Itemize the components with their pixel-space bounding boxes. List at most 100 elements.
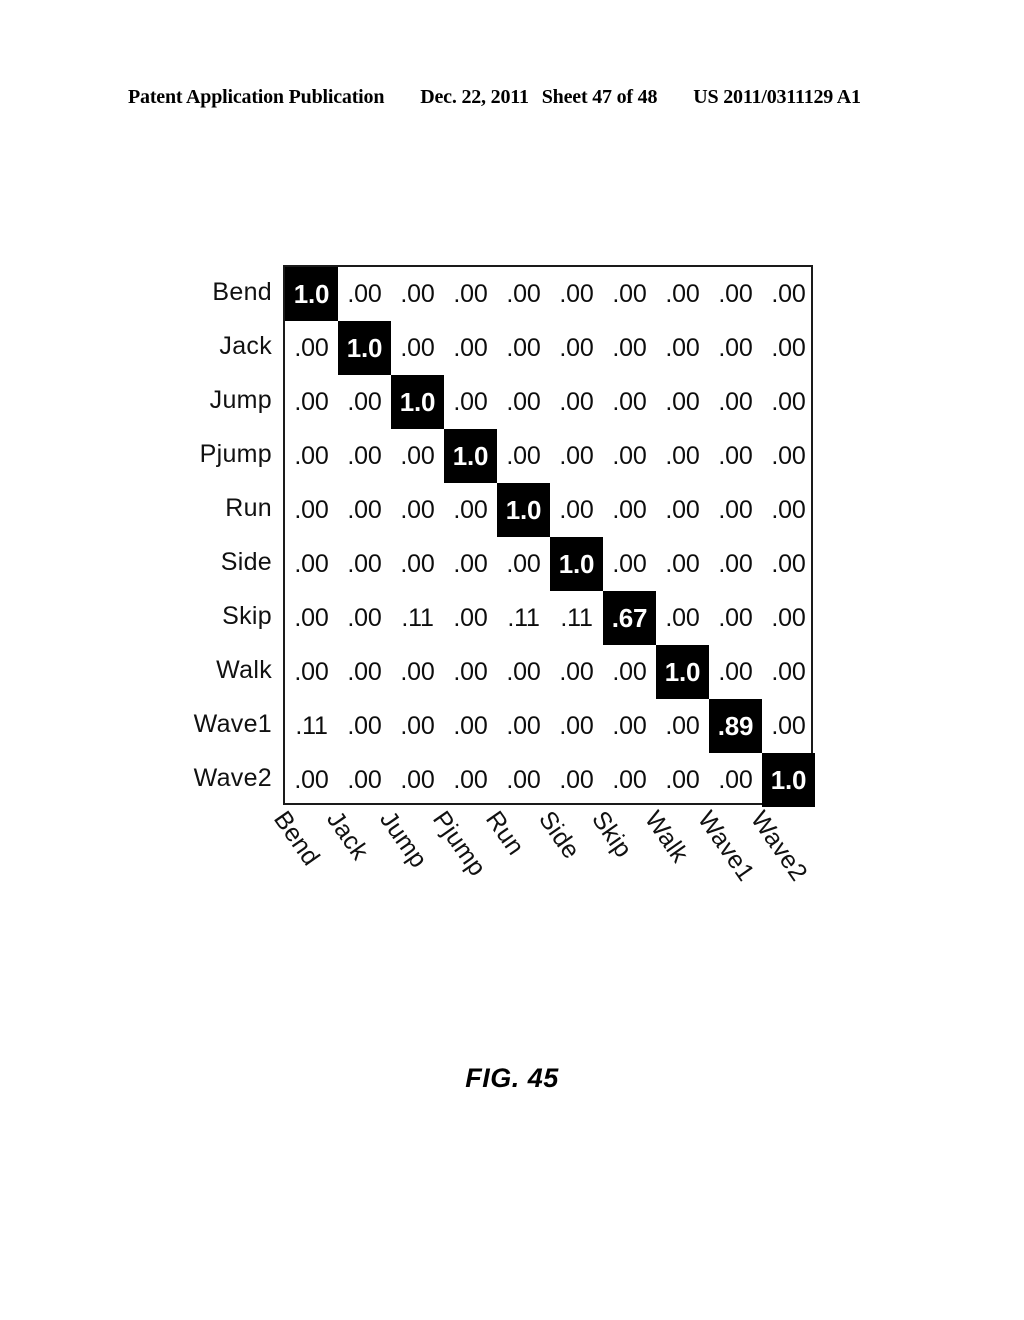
matrix-cell: .00 <box>559 765 594 794</box>
matrix-column-label: Jump <box>374 806 433 874</box>
matrix-cell: .00 <box>612 495 647 524</box>
matrix-cell: .00 <box>612 549 647 578</box>
matrix-cell: .00 <box>665 603 700 632</box>
matrix-cell: 1.0 <box>444 429 497 483</box>
matrix-cell: .00 <box>453 495 488 524</box>
matrix-cell: .00 <box>294 387 329 416</box>
matrix-cell: .00 <box>771 711 806 740</box>
matrix-row-label: Jack <box>219 332 272 360</box>
matrix-row-label: Bend <box>212 278 272 306</box>
matrix-cell: .00 <box>506 387 541 416</box>
matrix-cell: .00 <box>453 333 488 362</box>
matrix-row-label: Side <box>220 548 272 576</box>
matrix-cell: .00 <box>718 765 753 794</box>
matrix-cell: .67 <box>603 591 656 645</box>
matrix-cell: .00 <box>559 711 594 740</box>
matrix-cell: .00 <box>612 711 647 740</box>
matrix-cell: .11 <box>295 711 328 740</box>
matrix-cell: .00 <box>718 441 753 470</box>
matrix-cell: .00 <box>718 387 753 416</box>
matrix-cell: .00 <box>771 657 806 686</box>
matrix-cell: .00 <box>506 279 541 308</box>
matrix-cell: .00 <box>453 765 488 794</box>
matrix-cell: .00 <box>400 495 435 524</box>
matrix-cell: .00 <box>294 765 329 794</box>
matrix-cell: 1.0 <box>656 645 709 699</box>
matrix-cell: .00 <box>347 657 382 686</box>
matrix-cell: .00 <box>347 495 382 524</box>
matrix-cell: .00 <box>771 387 806 416</box>
matrix-cell: .00 <box>771 333 806 362</box>
matrix-cell: .00 <box>347 387 382 416</box>
matrix-cell: .00 <box>665 765 700 794</box>
matrix-cell: .00 <box>400 333 435 362</box>
matrix-cell: .00 <box>294 603 329 632</box>
matrix-cell: .00 <box>453 387 488 416</box>
matrix-row-label: Run <box>225 494 272 522</box>
figure-caption: FIG. 45 <box>465 1063 559 1093</box>
matrix-cell: .00 <box>718 549 753 578</box>
matrix-cell: .00 <box>771 603 806 632</box>
matrix-cell: .00 <box>294 549 329 578</box>
matrix-cell: .00 <box>665 387 700 416</box>
matrix-cell: .00 <box>347 603 382 632</box>
matrix-cell: .89 <box>709 699 762 753</box>
matrix-column-label: Bend <box>268 806 326 871</box>
matrix-cell: .00 <box>506 765 541 794</box>
matrix-cell: .00 <box>718 603 753 632</box>
matrix-cell: .00 <box>559 387 594 416</box>
matrix-cell: .00 <box>665 495 700 524</box>
matrix-cell: .00 <box>612 441 647 470</box>
matrix-cell: .00 <box>559 279 594 308</box>
matrix-cell: .00 <box>612 333 647 362</box>
matrix-cell: .00 <box>718 495 753 524</box>
matrix-cell: .00 <box>347 441 382 470</box>
matrix-cell: .00 <box>718 333 753 362</box>
matrix-cell: .00 <box>718 657 753 686</box>
matrix-column-label: Skip <box>586 806 638 863</box>
matrix-cell: .00 <box>612 657 647 686</box>
matrix-cell: .00 <box>559 333 594 362</box>
matrix-cell: .00 <box>506 657 541 686</box>
matrix-cell: .00 <box>400 549 435 578</box>
matrix-cell: .00 <box>453 603 488 632</box>
confusion-matrix-plot-area: 1.0 .00 .00 .00 .00 .00 .00 .00 .00 .00 .00 1.0 .00.… <box>283 265 815 807</box>
matrix-cell: .00 <box>612 765 647 794</box>
matrix-cell: .00 <box>400 765 435 794</box>
matrix-cell: .00 <box>294 495 329 524</box>
matrix-cell: .00 <box>771 549 806 578</box>
matrix-column-label: Pjump <box>427 806 492 882</box>
matrix-cell: .00 <box>559 495 594 524</box>
matrix-cell: .11 <box>560 603 593 632</box>
matrix-cell: .00 <box>400 279 435 308</box>
matrix-column-labels: Bend Jack Jump Pjump Run Side Skip Walk Wave1 Wav… <box>268 806 883 926</box>
matrix-column-label: Run <box>480 806 530 861</box>
matrix-row-label: Wave1 <box>193 710 272 738</box>
matrix-column-label: Jack <box>321 806 375 866</box>
matrix-cell: .00 <box>559 441 594 470</box>
matrix-cell: .00 <box>506 549 541 578</box>
matrix-cell: .00 <box>665 279 700 308</box>
matrix-cell: .00 <box>665 333 700 362</box>
matrix-row-label: Pjump <box>199 440 272 468</box>
matrix-cell: .00 <box>453 657 488 686</box>
matrix-cell: .00 <box>453 711 488 740</box>
matrix-cell: .00 <box>612 387 647 416</box>
matrix-column-label: Walk <box>639 806 695 868</box>
matrix-cell: .00 <box>506 711 541 740</box>
matrix-cell: 1.0 <box>391 375 444 429</box>
matrix-cell: .11 <box>401 603 434 632</box>
matrix-cell: .00 <box>665 711 700 740</box>
matrix-cell: .00 <box>347 279 382 308</box>
matrix-cell: .00 <box>506 333 541 362</box>
matrix-cell: .00 <box>771 279 806 308</box>
matrix-cell: 1.0 <box>497 483 550 537</box>
matrix-cell-grid: 1.0 .00 .00 .00 .00 .00 .00 .00 .00 .00 .00 1.0 .00.… <box>285 267 815 807</box>
matrix-cell: .00 <box>771 495 806 524</box>
matrix-cell: .00 <box>453 279 488 308</box>
matrix-cell: .00 <box>559 657 594 686</box>
matrix-cell: .00 <box>718 279 753 308</box>
matrix-cell: .00 <box>506 441 541 470</box>
confusion-matrix-figure: Bend Jack Jump Pjump Run Side Skip Walk Wave1 Wav… <box>0 0 1024 1320</box>
matrix-cell: 1.0 <box>762 753 815 807</box>
